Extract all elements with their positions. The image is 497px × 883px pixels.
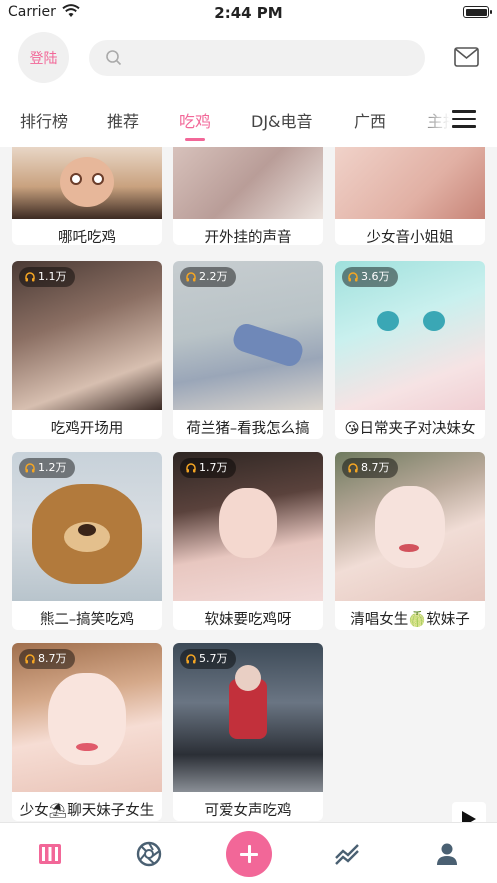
card-title: 😘日常夹子对决妹女 <box>344 421 476 437</box>
play-count: 8.7万 <box>38 652 67 665</box>
card-thumbnail <box>335 147 485 219</box>
status-bar: Carrier 2:44 PM <box>0 0 497 26</box>
search-icon <box>106 50 122 66</box>
play-count-badge: 1.1万 <box>19 267 75 287</box>
play-count-badge: 3.6万 <box>342 267 398 287</box>
card-thumbnail: 5.7万 <box>173 643 323 792</box>
card-thumbnail: 8.7万 <box>12 643 162 792</box>
card-1[interactable]: 开外挂的声音 <box>173 147 323 246</box>
add-button[interactable] <box>226 831 272 877</box>
card-thumbnail: 8.7万 <box>335 452 485 601</box>
headphones-icon <box>348 272 358 282</box>
menu-icon[interactable] <box>452 110 476 128</box>
card-title: 可爱女声吃鸡 <box>204 803 292 819</box>
user-icon[interactable] <box>433 840 461 868</box>
card-grid: 哪吒吃鸡 开外挂的声音 少女音小姐姐 1.1万 吃鸡开场用 2.2万 荷兰猪–看… <box>0 147 497 822</box>
battery-icon <box>463 6 492 18</box>
active-tab-indicator <box>185 138 205 141</box>
card-thumbnail: 2.2万 <box>173 261 323 410</box>
play-count-badge: 8.7万 <box>19 649 75 669</box>
aperture-icon[interactable] <box>135 840 163 868</box>
headphones-icon <box>186 463 196 473</box>
headphones-icon <box>348 463 358 473</box>
card-8[interactable]: 8.7万 清唱女生🍈软妹子 <box>335 452 485 630</box>
card-4[interactable]: 2.2万 荷兰猪–看我怎么搞 <box>173 261 323 439</box>
card-title: 开外挂的声音 <box>204 230 292 246</box>
tab-ranking[interactable]: 排行榜 <box>20 108 68 132</box>
play-count: 1.2万 <box>38 461 67 474</box>
headphones-icon <box>25 463 35 473</box>
card-title: 软妹要吃鸡呀 <box>204 612 292 628</box>
top-header: 登陆 <box>0 26 497 90</box>
card-title: 熊二–搞笑吃鸡 <box>39 612 135 628</box>
card-title: 少女⛱聊天妹子女生 <box>19 803 155 819</box>
card-2[interactable]: 少女音小姐姐 <box>335 147 485 246</box>
card-title: 荷兰猪–看我怎么搞 <box>186 421 310 437</box>
play-count-badge: 1.7万 <box>180 458 236 478</box>
card-title: 少女音小姐姐 <box>366 230 454 246</box>
play-count-badge: 8.7万 <box>342 458 398 478</box>
play-count: 8.7万 <box>361 461 390 474</box>
category-tabs: 排行榜 推荐 吃鸡 DJ&电音 广西 主播 <box>0 90 497 147</box>
card-0[interactable]: 哪吒吃鸡 <box>12 147 162 246</box>
card-6[interactable]: 1.2万 熊二–搞笑吃鸡 <box>12 452 162 630</box>
card-title: 哪吒吃鸡 <box>58 230 116 246</box>
card-5[interactable]: 3.6万 😘日常夹子对决妹女 <box>335 261 485 439</box>
card-9[interactable]: 8.7万 少女⛱聊天妹子女生 <box>12 643 162 821</box>
search-input[interactable] <box>89 40 425 76</box>
play-count: 1.1万 <box>38 270 67 283</box>
tab-dj[interactable]: DJ&电音 <box>251 108 313 132</box>
headphones-icon <box>25 272 35 282</box>
login-button[interactable]: 登陆 <box>18 32 69 83</box>
card-title: 清唱女生🍈软妹子 <box>350 612 470 628</box>
play-count: 2.2万 <box>199 270 228 283</box>
tab-guangxi[interactable]: 广西 <box>354 108 386 132</box>
card-thumbnail <box>12 147 162 219</box>
card-thumbnail: 1.7万 <box>173 452 323 601</box>
card-thumbnail: 3.6万 <box>335 261 485 410</box>
headphones-icon <box>186 272 196 282</box>
play-count-badge: 5.7万 <box>180 649 236 669</box>
card-thumbnail: 1.2万 <box>12 452 162 601</box>
headphones-icon <box>25 654 35 664</box>
card-title: 吃鸡开场用 <box>50 421 124 437</box>
bottom-tab-bar <box>0 822 497 883</box>
mail-icon[interactable] <box>454 47 479 67</box>
tab-recommend[interactable]: 推荐 <box>107 108 139 132</box>
play-count-badge: 1.2万 <box>19 458 75 478</box>
piano-icon[interactable] <box>36 840 64 868</box>
trend-icon[interactable] <box>333 840 361 868</box>
card-7[interactable]: 1.7万 软妹要吃鸡呀 <box>173 452 323 630</box>
card-3[interactable]: 1.1万 吃鸡开场用 <box>12 261 162 439</box>
play-count-badge: 2.2万 <box>180 267 236 287</box>
play-count: 1.7万 <box>199 461 228 474</box>
card-thumbnail: 1.1万 <box>12 261 162 410</box>
tab-chicken[interactable]: 吃鸡 <box>179 108 211 132</box>
play-count: 3.6万 <box>361 270 390 283</box>
play-count: 5.7万 <box>199 652 228 665</box>
card-thumbnail <box>173 147 323 219</box>
clock: 2:44 PM <box>214 4 283 22</box>
card-10[interactable]: 5.7万 可爱女声吃鸡 <box>173 643 323 821</box>
headphones-icon <box>186 654 196 664</box>
